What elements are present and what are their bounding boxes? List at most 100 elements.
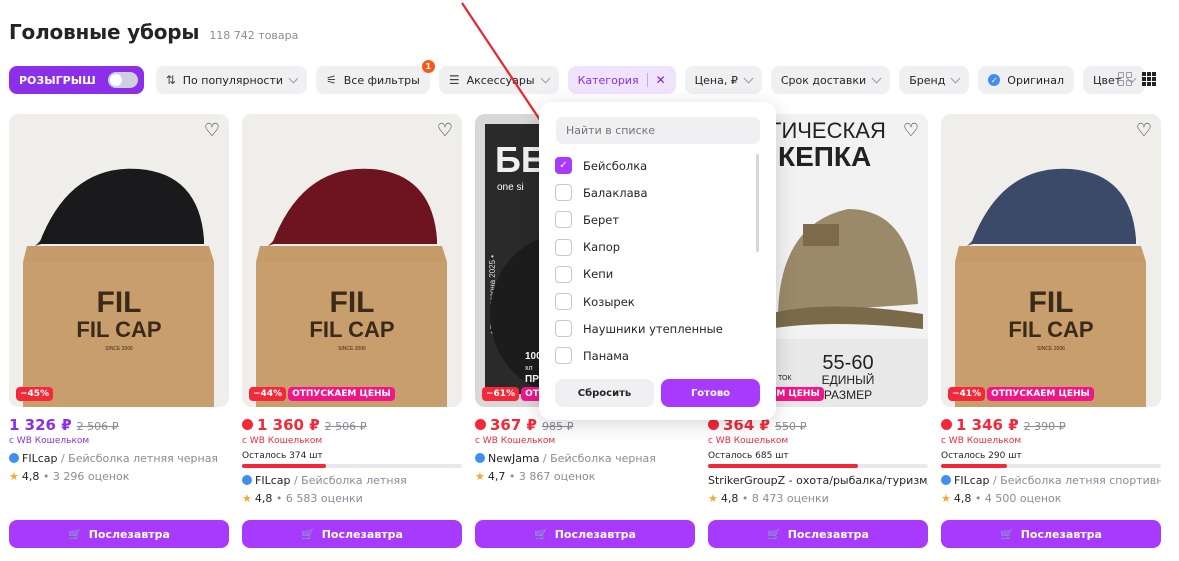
category-search-input[interactable]: [556, 117, 760, 144]
price-row: 1 326 ₽ 2 506 ₽: [9, 416, 229, 434]
product-brand: NewJama: [488, 452, 540, 465]
card3-spec2: хл: [525, 365, 533, 372]
all-filters-chip[interactable]: ⚟ Все фильтры 1: [316, 60, 435, 94]
accessories-label: Аксессуары: [466, 73, 535, 87]
all-filters-label: Все фильтры: [343, 73, 420, 87]
delivery-chip[interactable]: Срок доставки: [770, 66, 891, 94]
wallet-icon: [475, 419, 486, 430]
product-image[interactable]: FIL FIL CAP SINCE 2006 ♡ −44% ОТПУСКАЕМ Ц…: [242, 114, 462, 407]
price-chip[interactable]: Цена, ₽: [684, 66, 762, 94]
sort-chip[interactable]: ⇅ По популярности: [155, 66, 308, 94]
checkbox-icon[interactable]: [555, 184, 572, 202]
checkbox-checked-icon[interactable]: ✓: [555, 157, 572, 175]
price-label: Цена, ₽: [694, 73, 738, 87]
grid-small-icon[interactable]: [1142, 72, 1156, 86]
checkbox-icon[interactable]: [555, 265, 572, 283]
promo-badge: ОТПУСКАЕМ ЦЕНЫ: [987, 387, 1094, 401]
category-chip[interactable]: Категория ✕: [567, 66, 676, 94]
product-name[interactable]: NewJama / Бейсболка черная: [475, 452, 695, 465]
wallet-note: с WB Кошельком: [242, 436, 323, 446]
category-option[interactable]: Наушники утепленные: [555, 315, 723, 342]
product-brand: FILcap: [255, 474, 291, 487]
grid-large-icon[interactable]: [1118, 72, 1132, 86]
category-option[interactable]: Берет: [555, 206, 723, 233]
accessories-chip[interactable]: ☰ Аксессуары: [438, 66, 559, 94]
rating-value: 4,8: [21, 470, 40, 483]
buy-button[interactable]: 🛒 Послезавтра: [475, 520, 695, 548]
category-option[interactable]: ✓ Бейсболка: [555, 152, 723, 179]
product-desc: / Бейсболка черная: [539, 452, 656, 465]
original-chip[interactable]: ✓ Оригинал: [978, 66, 1074, 94]
rating: ★ 4,8 • 6 583 оценки: [242, 492, 363, 505]
discount-badge: −45%: [16, 387, 54, 401]
brand-chip[interactable]: Бренд: [899, 66, 970, 94]
product-card[interactable]: FIL FIL CAP SINCE 2006 ♡ −44% ОТПУСКАЕМ Ц…: [242, 114, 462, 548]
sliders-icon: ⚟: [326, 73, 337, 87]
heart-icon[interactable]: ♡: [204, 122, 220, 140]
product-count: 118 742 товара: [209, 29, 299, 42]
buy-button[interactable]: 🛒 Послезавтра: [941, 520, 1161, 548]
buy-button[interactable]: 🛒 Послезавтра: [9, 520, 229, 548]
category-option-label: Капор: [583, 240, 621, 255]
heart-icon[interactable]: ♡: [1136, 122, 1152, 140]
product-name[interactable]: FILcap / Бейсболка летняя черная: [9, 452, 229, 465]
verified-brand-icon: [475, 453, 485, 463]
page-title: Головные уборы: [9, 20, 200, 44]
card4-title2: КЕПКА: [778, 141, 871, 172]
reset-button[interactable]: Сбросить: [555, 379, 654, 407]
category-option[interactable]: Капор: [555, 234, 723, 261]
product-name[interactable]: FILcap / Бейсболка летняя: [242, 474, 462, 487]
scrollbar[interactable]: [756, 154, 759, 252]
product-image[interactable]: FIL FIL CAP SINCE 2006 ♡ −45%: [9, 114, 229, 407]
wallet-note: с WB Кошельком: [941, 436, 1022, 446]
product-card[interactable]: FIL FIL CAP SINCE 2006 ♡ −45% 1 326 ₽ 2 …: [9, 114, 229, 548]
reviews-count: 8 473 оценки: [751, 492, 829, 505]
done-button[interactable]: Готово: [661, 379, 760, 407]
category-option[interactable]: Панама: [555, 342, 723, 369]
box-logo: FIL: [1029, 286, 1074, 319]
wallet-icon: [242, 419, 253, 430]
box-logo: FIL: [330, 286, 375, 319]
heart-icon[interactable]: ♡: [903, 122, 919, 140]
product-card[interactable]: FIL FIL CAP SINCE 2006 ♡ −41% ОТПУСКАЕМ Ц…: [941, 114, 1161, 548]
old-price: 2 390 ₽: [1023, 420, 1066, 433]
reviews-count: 4 500 оценок: [984, 492, 1062, 505]
category-option-label: Наушники утепленные: [583, 321, 723, 336]
badges: −45%: [16, 387, 54, 401]
wallet-note: с WB Кошельком: [9, 436, 90, 446]
reviews-count: 6 583 оценки: [285, 492, 363, 505]
category-option[interactable]: Кепи: [555, 261, 723, 288]
buy-button[interactable]: 🛒 Послезавтра: [242, 520, 462, 548]
chevron-down-icon: [871, 73, 882, 83]
star-icon: ★: [242, 492, 252, 505]
divider: [646, 73, 648, 87]
product-image[interactable]: FIL FIL CAP SINCE 2006 ♡ −41% ОТПУСКАЕМ Ц…: [941, 114, 1161, 407]
checkbox-icon[interactable]: [555, 347, 572, 365]
card4-uni: ЕДИНЫЙ: [822, 372, 875, 387]
color-label: Цвет: [1092, 73, 1122, 87]
wallet-icon: [708, 419, 719, 430]
clear-category-icon[interactable]: ✕: [656, 73, 666, 87]
category-option[interactable]: Козырек: [555, 288, 723, 315]
filter-bar: РОЗЫГРЫШ ⇅ По популярности ⚟ Все фильтры…: [9, 60, 1154, 94]
promo-toggle[interactable]: [107, 72, 138, 88]
product-brand: StrikerGroupZ - охота/рыбалка/туризм/...: [708, 474, 928, 487]
stock-bar-fill: [242, 464, 326, 468]
product-name[interactable]: FILcap / Бейсболка летняя спортивная: [941, 474, 1161, 487]
rating: ★ 4,7 • 3 867 оценок: [475, 470, 596, 483]
buy-button[interactable]: 🛒 Послезавтра: [708, 520, 928, 548]
old-price: 985 ₽: [541, 420, 574, 433]
product-photo: FIL FIL CAP SINCE 2006: [9, 114, 229, 407]
checkbox-icon[interactable]: [555, 211, 572, 229]
checkbox-icon[interactable]: [555, 238, 572, 256]
heart-icon[interactable]: ♡: [437, 122, 453, 140]
card4-razmer: РАЗМЕР: [824, 388, 872, 402]
checkbox-icon[interactable]: [555, 320, 572, 338]
category-option[interactable]: Балаклава: [555, 179, 723, 206]
checkbox-icon[interactable]: [555, 293, 572, 311]
old-price: 2 506 ₽: [324, 420, 367, 433]
box-logo-text: FIL CAP: [309, 317, 394, 342]
promo-toggle-chip[interactable]: РОЗЫГРЫШ: [9, 66, 144, 94]
product-name[interactable]: StrikerGroupZ - охота/рыбалка/туризм/...: [708, 474, 928, 487]
card3-size: one si: [497, 182, 524, 193]
